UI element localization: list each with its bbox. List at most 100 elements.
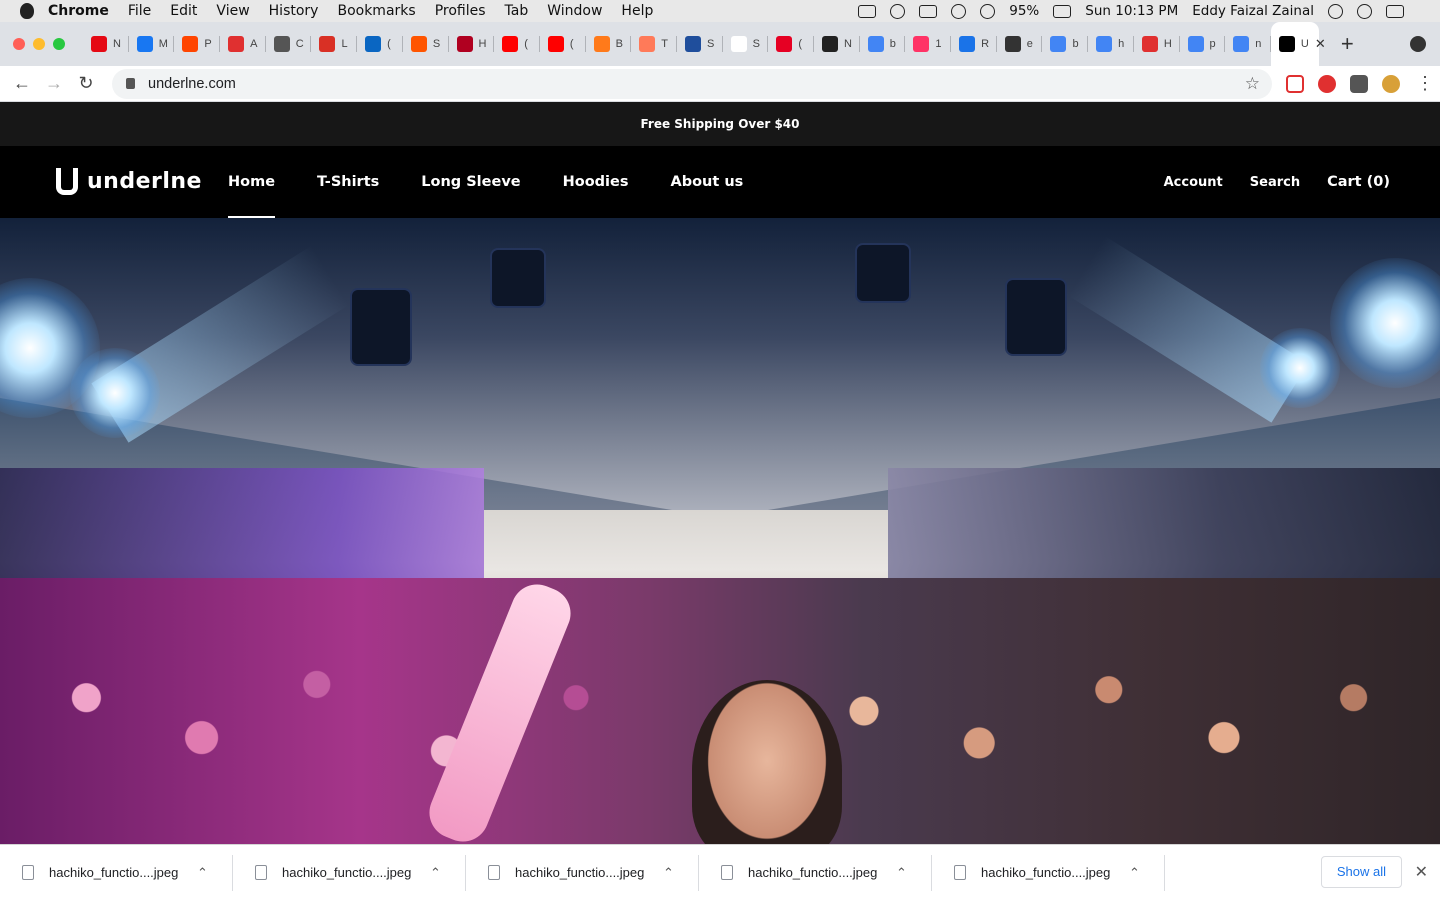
tab-title: S	[752, 38, 760, 50]
nav-t-shirts[interactable]: T-Shirts	[317, 146, 379, 218]
download-item[interactable]: hachiko_functio....jpeg ⌃	[0, 845, 233, 900]
moving-head-fixture	[855, 243, 911, 303]
adblock-extension-icon[interactable]	[1318, 74, 1336, 93]
extension-icon[interactable]	[1286, 74, 1304, 93]
browser-tab[interactable]: b	[1042, 22, 1088, 66]
zoom-window-button[interactable]	[53, 38, 65, 50]
nav-long-sleeve[interactable]: Long Sleeve	[421, 146, 520, 218]
menu-tab[interactable]: Tab	[505, 3, 529, 19]
wifi-icon[interactable]	[951, 3, 967, 19]
forward-arrow-icon[interactable]: →	[38, 73, 70, 94]
browser-tab[interactable]: H	[449, 22, 495, 66]
google-icon	[1187, 36, 1204, 52]
dropbox-icon[interactable]	[858, 4, 877, 18]
browser-tab[interactable]: M	[129, 22, 175, 66]
browser-tab[interactable]: (	[357, 22, 403, 66]
apple-icon[interactable]	[20, 3, 34, 19]
site-logo[interactable]: underlne	[56, 168, 202, 195]
extensions-puzzle-icon[interactable]	[1350, 74, 1368, 93]
browser-tab[interactable]: N	[814, 22, 860, 66]
battery-icon[interactable]	[1053, 4, 1072, 18]
browser-tab[interactable]: H	[1134, 22, 1180, 66]
lock-icon[interactable]	[126, 78, 135, 89]
browser-tab[interactable]: (	[768, 22, 814, 66]
nav-about-us[interactable]: About us	[670, 146, 743, 218]
chevron-up-icon[interactable]: ⌃	[896, 865, 907, 881]
menu-file[interactable]: File	[128, 3, 151, 19]
browser-tab[interactable]: R	[951, 22, 997, 66]
browser-tab[interactable]: (	[540, 22, 586, 66]
browser-tab[interactable]: (	[494, 22, 540, 66]
download-item[interactable]: hachiko_functio....jpeg ⌃	[699, 845, 932, 900]
new-tab-button[interactable]: +	[1341, 22, 1354, 66]
search-link[interactable]: Search	[1250, 175, 1300, 190]
tab-active[interactable]: U ✕	[1270, 22, 1326, 66]
close-window-button[interactable]	[13, 38, 25, 50]
menu-history[interactable]: History	[269, 3, 319, 19]
browser-tab[interactable]: S	[403, 22, 449, 66]
minimize-window-button[interactable]	[33, 38, 45, 50]
profile-avatar[interactable]	[1382, 74, 1400, 93]
menu-app-chrome[interactable]: Chrome	[48, 3, 109, 19]
browser-tab[interactable]: P	[174, 22, 220, 66]
pinterest-icon	[776, 36, 793, 52]
browser-tab[interactable]: L	[311, 22, 357, 66]
menu-help[interactable]: Help	[621, 3, 653, 19]
chevron-up-icon[interactable]: ⌃	[663, 865, 674, 881]
menu-bookmarks[interactable]: Bookmarks	[337, 3, 415, 19]
menu-view[interactable]: View	[216, 3, 249, 19]
memory-icon[interactable]	[919, 4, 938, 18]
browser-tab[interactable]: h	[1088, 22, 1134, 66]
site-header: underlne Home T-Shirts Long Sleeve Hoodi…	[0, 146, 1440, 218]
menu-window[interactable]: Window	[547, 3, 602, 19]
notification-center-icon[interactable]	[1386, 4, 1404, 18]
browser-tab[interactable]: S	[723, 22, 769, 66]
browser-tab[interactable]: e	[997, 22, 1043, 66]
battery-percent: 95%	[1009, 3, 1040, 19]
account-link[interactable]: Account	[1164, 175, 1223, 190]
browser-tab[interactable]: 1	[905, 22, 951, 66]
reload-icon[interactable]: ↻	[70, 73, 102, 94]
menu-edit[interactable]: Edit	[170, 3, 197, 19]
volume-icon[interactable]	[980, 3, 996, 19]
close-shelf-icon[interactable]: ✕	[1415, 862, 1428, 882]
menu-profiles[interactable]: Profiles	[435, 3, 486, 19]
chrome-menu-icon[interactable]: ⋮	[1416, 73, 1434, 94]
browser-tab[interactable]: n	[1225, 22, 1271, 66]
browser-tab[interactable]: S	[677, 22, 723, 66]
download-item[interactable]: hachiko_functio....jpeg ⌃	[932, 845, 1165, 900]
browser-tab[interactable]: B	[586, 22, 632, 66]
show-all-downloads-button[interactable]: Show all	[1320, 856, 1402, 888]
nav-home[interactable]: Home	[228, 146, 276, 218]
browser-tab[interactable]: p	[1180, 22, 1226, 66]
chevron-up-icon[interactable]: ⌃	[430, 865, 441, 881]
browser-tab[interactable]: A	[220, 22, 266, 66]
nav-hoodies[interactable]: Hoodies	[563, 146, 629, 218]
bookmark-star-icon[interactable]: ☆	[1245, 74, 1260, 94]
url-text[interactable]: underlne.com	[148, 76, 236, 92]
browser-tab[interactable]: C	[266, 22, 312, 66]
reddit-icon	[182, 36, 199, 52]
tab-title: S	[432, 38, 441, 50]
chevron-up-icon[interactable]: ⌃	[1129, 865, 1140, 881]
siri-icon[interactable]	[1357, 3, 1372, 19]
tab-search-icon[interactable]	[1410, 36, 1426, 52]
youtube-icon	[502, 36, 519, 52]
bluetooth-icon[interactable]	[890, 3, 906, 19]
download-item[interactable]: hachiko_functio....jpeg ⌃	[466, 845, 699, 900]
menubar-user[interactable]: Eddy Faizal Zainal	[1192, 3, 1314, 19]
spotlight-search-icon[interactable]	[1328, 3, 1343, 19]
close-tab-icon[interactable]: ✕	[1315, 36, 1326, 52]
browser-tab[interactable]: b	[860, 22, 906, 66]
tab-title: R	[981, 38, 990, 50]
chevron-up-icon[interactable]: ⌃	[197, 865, 208, 881]
browser-tab[interactable]: T	[631, 22, 677, 66]
address-bar[interactable]: underlne.com ☆	[112, 68, 1272, 99]
info-icon	[959, 36, 976, 52]
cart-link[interactable]: Cart (0)	[1327, 174, 1390, 190]
back-arrow-icon[interactable]: ←	[6, 73, 38, 94]
download-item[interactable]: hachiko_functio....jpeg ⌃	[233, 845, 466, 900]
menubar-clock[interactable]: Sun 10:13 PM	[1085, 3, 1178, 19]
browser-tab[interactable]: N	[83, 22, 129, 66]
tab-strip: N M P A C L(S H((B T S S(Nb 1 Re b h Hp n U ✕ +	[0, 22, 1440, 66]
